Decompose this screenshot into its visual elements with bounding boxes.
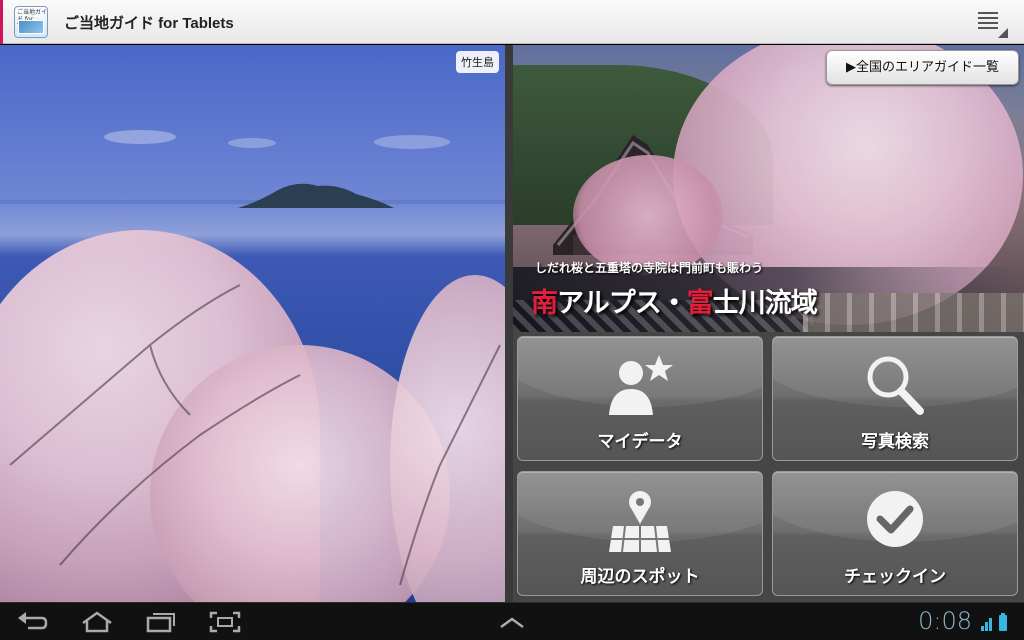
app-title: ご当地ガイド for Tablets [64,15,234,32]
accent-stripe [0,0,3,44]
signal-icon [981,618,992,631]
checkin-button[interactable]: チェックイン [772,471,1018,596]
promo-subtitle: しだれ桜と五重塔の寺院は門前町も賑わう [535,261,764,275]
chevron-up-icon[interactable] [495,610,529,634]
panel-divider [505,45,513,602]
menu-tiles: マイデータ 写真検索 周辺のスポット チェックイン [513,332,1024,602]
cherry-tree [573,155,723,275]
nearby-spots-label: 周辺のスポット [580,567,700,587]
magnifier-icon [867,356,924,415]
map-pin-icon [609,491,671,553]
screenshot-icon[interactable] [208,610,242,634]
promo-title: 南アルプス・富士川流域 [531,281,818,320]
branches-image [9,284,501,586]
mydata-button[interactable]: マイデータ [517,336,763,461]
person-star-icon [609,355,673,415]
promo-banner[interactable]: しだれ桜と五重塔の寺院は門前町も賑わう 南アルプス・富士川流域 [513,45,1024,332]
recent-apps-icon[interactable] [144,610,178,634]
fence-image [803,293,1024,332]
action-bar: ご当地ガイド for Tablets ご当地ガイド for Tablets [0,0,1024,44]
mydata-label: マイデータ [597,432,683,452]
checkin-label: チェックイン [844,567,946,587]
home-icon[interactable] [80,610,114,634]
screen: ご当地ガイド for Tablets ご当地ガイド for Tablets [0,0,1024,640]
photo-search-label: 写真検索 [861,432,929,452]
promo-title-part: 南 [531,288,558,319]
clock: 0:08 [918,607,972,635]
checkmark-circle-icon [867,491,923,547]
system-navigation-bar: 0:08 [0,602,1024,640]
place-label: 竹生島 [456,51,499,73]
promo-title-part: 富 [686,288,714,319]
app-icon[interactable]: ご当地ガイド for Tablets [14,6,48,38]
nearby-spots-button[interactable]: 周辺のスポット [517,471,763,596]
photo-search-button[interactable]: 写真検索 [772,336,1018,461]
overflow-menu-icon[interactable] [974,6,1008,38]
battery-icon [999,613,1007,631]
status-icons[interactable] [980,612,1010,632]
app-icon-picture [18,20,44,34]
promo-title-part: アルプス・ [557,288,688,319]
promo-title-part: 士川流域 [712,288,818,319]
back-icon[interactable] [16,610,50,634]
area-guide-list-button[interactable]: ▶全国のエリアガイド一覧 [826,50,1019,85]
featured-photo[interactable]: 竹生島 [0,45,505,602]
